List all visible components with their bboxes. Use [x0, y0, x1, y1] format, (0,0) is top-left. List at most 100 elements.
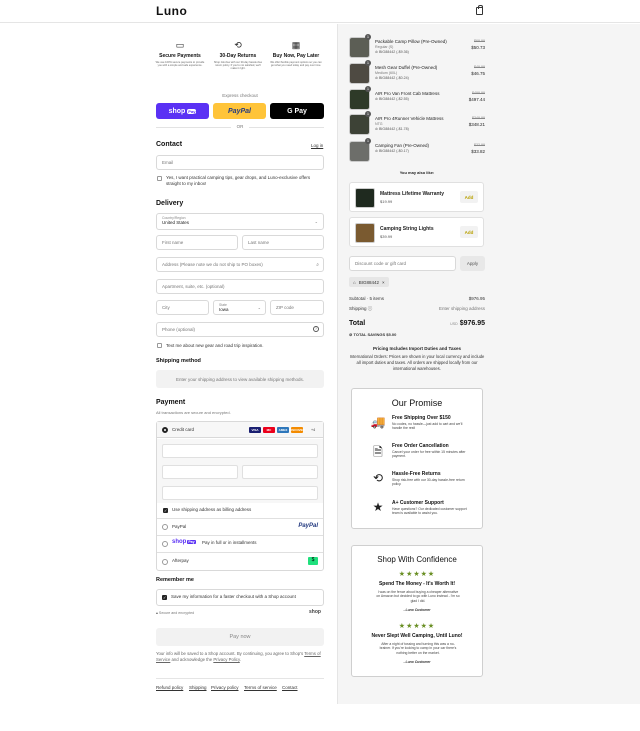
- save-info-checkbox[interactable]: [162, 595, 167, 600]
- item-name: Mesh Gear Duffel (Pre-Owned): [375, 65, 438, 70]
- billing-same-label: Use shipping address as billing address: [172, 507, 252, 512]
- privacy-link[interactable]: Privacy Policy: [213, 657, 239, 662]
- shop-pay-badge: Pay: [187, 108, 197, 114]
- review-author: - Luno Customer: [403, 660, 431, 664]
- credit-card-radio[interactable]: [162, 427, 168, 433]
- apartment-field[interactable]: Apartment, suite, etc. (optional): [156, 279, 324, 294]
- more-cards: +4: [311, 428, 316, 432]
- paypal-button[interactable]: PayPal: [213, 103, 266, 119]
- feature-title: 30-Day Returns: [219, 53, 257, 59]
- shop-pay-logo: shop Pay: [172, 539, 196, 545]
- total-savings: ⊘ TOTAL SAVINGS $5.00: [349, 332, 397, 337]
- help-icon[interactable]: ?: [313, 326, 319, 332]
- express-checkout-label: Express checkout: [222, 93, 258, 98]
- address-placeholder: Address (Please note we do not ship to P…: [162, 262, 263, 267]
- feature-desc: Shop risk-free with our 30-day hassle-fr…: [213, 61, 263, 71]
- login-link[interactable]: Log in: [311, 143, 323, 148]
- subtotal-row: Subtotal · 5 items $976.95: [349, 296, 485, 301]
- chevron-down-icon: ⌄: [314, 219, 318, 224]
- shop-pay-radio[interactable]: [162, 541, 168, 547]
- discount-field[interactable]: Discount code or gift card: [349, 256, 456, 271]
- save-info-label: Save my information for a faster checkou…: [171, 594, 296, 599]
- upsell-item: Camping String Lights $39.99 Add: [349, 217, 484, 247]
- add-button[interactable]: Add: [460, 191, 478, 203]
- logo[interactable]: Luno: [156, 4, 187, 18]
- cart-item: 1 Mesh Gear Duffel (Pre-Owned) Medium (60L…: [349, 60, 485, 85]
- review-title: Spend The Money - It's Worth It!: [378, 581, 456, 587]
- country-select[interactable]: Country/Region United States ⌄: [156, 213, 324, 230]
- confidence-title: Shop With Confidence: [377, 555, 457, 564]
- shop-pay-button[interactable]: shop Pay: [156, 103, 209, 119]
- item-original-price: $69.99: [474, 39, 485, 43]
- card-number-field[interactable]: [162, 444, 318, 458]
- afterpay-radio[interactable]: [162, 559, 168, 565]
- newsletter-checkbox[interactable]: [157, 176, 162, 181]
- footer-link-privacy[interactable]: Privacy policy: [211, 685, 239, 690]
- cart-item: 1 AIR Pro 4Runner Vehicle Mattress NTG ⊘ BI…: [349, 111, 485, 136]
- cancel-doc-icon: 🗎: [373, 445, 383, 459]
- footer-link-terms[interactable]: Terms of service: [244, 685, 277, 690]
- site-header: Luno: [0, 0, 640, 23]
- close-icon[interactable]: ×: [382, 280, 385, 285]
- state-select[interactable]: State Iowa ⌄: [213, 300, 266, 315]
- text-me-checkbox[interactable]: [157, 343, 162, 348]
- item-price: $497.44: [468, 97, 485, 102]
- shopping-bag-icon[interactable]: [476, 5, 483, 15]
- product-thumbnail: [349, 37, 370, 58]
- shipping-method-title: Shipping method: [156, 358, 201, 364]
- info-icon[interactable]: ⓘ: [367, 306, 373, 311]
- cart-item: 1 AIR Pro Van Front Cab Mattress ⊘ BIG8844…: [349, 86, 485, 111]
- pay-now-button[interactable]: Pay now: [156, 628, 324, 646]
- add-button[interactable]: Add: [460, 226, 478, 238]
- apply-button[interactable]: Apply: [460, 256, 485, 271]
- paypal-logo: PayPal: [298, 523, 318, 529]
- product-thumbnail: [349, 141, 370, 162]
- shop-with-confidence-box: Shop With Confidence ★★★★★ Spend The Mon…: [351, 545, 483, 677]
- google-pay-button[interactable]: G Pay: [270, 103, 324, 119]
- upsell-name: Camping String Lights: [380, 226, 434, 232]
- duties-text: International Orders: Prices are shown i…: [349, 354, 485, 371]
- or-divider: OR: [156, 124, 324, 129]
- name-on-card-field[interactable]: [162, 486, 318, 500]
- zip-field[interactable]: ZIP code: [270, 300, 324, 315]
- item-price: $46.75: [471, 71, 485, 76]
- contact-title: Contact: [156, 141, 183, 148]
- country-value: United States: [162, 220, 190, 225]
- upsell-name: Mattress Lifetime Warranty: [380, 191, 444, 197]
- footer-link-refund[interactable]: Refund policy: [156, 685, 183, 690]
- quantity-badge: 1: [365, 138, 371, 144]
- phone-placeholder: Phone (optional): [162, 327, 196, 332]
- delivery-title: Delivery: [156, 200, 184, 207]
- last-name-field[interactable]: Last name: [242, 235, 324, 250]
- address-field[interactable]: Address (Please note we do not ship to P…: [156, 257, 324, 272]
- feature-title: Buy Now, Pay Later: [272, 53, 320, 59]
- shop-pay-label: Pay in full or in installments: [202, 540, 257, 545]
- paypal-logo: PayPal: [228, 107, 251, 115]
- item-name: Camping Fan (Pre-Owned): [375, 143, 430, 148]
- first-name-field[interactable]: First name: [156, 235, 238, 250]
- return-box-icon: ⟲: [372, 471, 384, 485]
- item-variant: NTG: [375, 122, 383, 126]
- review-title: Never Slept Well Camping, Until Luno!: [371, 633, 463, 639]
- phone-field[interactable]: Phone (optional) ?: [156, 322, 324, 337]
- search-icon: ⌕: [316, 262, 319, 268]
- quantity-badge: 1: [365, 60, 371, 66]
- discount-tag: ⌂ BIG88442 ×: [349, 277, 389, 287]
- return-icon: ⟲: [234, 40, 242, 50]
- billing-same-checkbox[interactable]: [163, 508, 168, 513]
- paypal-radio[interactable]: [162, 524, 168, 530]
- expiry-field[interactable]: [162, 465, 238, 479]
- product-thumbnail: [349, 63, 370, 84]
- footer-link-shipping[interactable]: Shipping: [189, 685, 207, 690]
- feature-desc: We offer flexible payment options so you…: [270, 61, 322, 68]
- security-code-field[interactable]: [242, 465, 318, 479]
- city-field[interactable]: City: [156, 300, 209, 315]
- upsell-price: $19.99: [380, 199, 393, 204]
- item-original-price: $33.99: [474, 143, 485, 147]
- feature-returns: ⟲ 30-Day Returns Shop risk-free with our…: [212, 40, 264, 71]
- payment-methods: Credit card VISAMCAMEXDISCOVER +4 Use sh…: [156, 421, 324, 571]
- footer-link-contact[interactable]: Contact: [282, 685, 298, 690]
- state-value: Iowa: [219, 307, 229, 312]
- email-field[interactable]: Email: [156, 155, 324, 170]
- product-thumbnail: [355, 223, 375, 243]
